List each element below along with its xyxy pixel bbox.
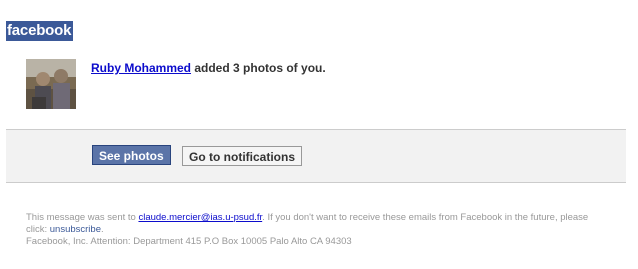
- profile-photo: [26, 59, 76, 109]
- see-photos-button[interactable]: See photos: [92, 145, 171, 165]
- actor-link[interactable]: Ruby Mohammed: [91, 61, 191, 75]
- recipient-email-link[interactable]: claude.mercier@ias.u-psud.fr: [138, 212, 262, 223]
- go-to-notifications-button[interactable]: Go to notifications: [182, 146, 302, 166]
- footer-sent-prefix: This message was sent to: [26, 212, 139, 223]
- footer-period: .: [100, 224, 104, 235]
- unsubscribe-link[interactable]: unsubscribe: [50, 224, 101, 235]
- email-footer: This message was sent to claude.mercier@…: [26, 212, 596, 248]
- action-bar: See photos Go to notifications: [6, 129, 626, 183]
- avatar[interactable]: [26, 59, 76, 109]
- facebook-logo: facebook: [6, 21, 74, 41]
- notification-message: added 3 photos of you.: [191, 61, 326, 75]
- footer-address: Facebook, Inc. Attention: Department 415…: [26, 236, 352, 247]
- notification-text: Ruby Mohammed added 3 photos of you.: [91, 61, 326, 75]
